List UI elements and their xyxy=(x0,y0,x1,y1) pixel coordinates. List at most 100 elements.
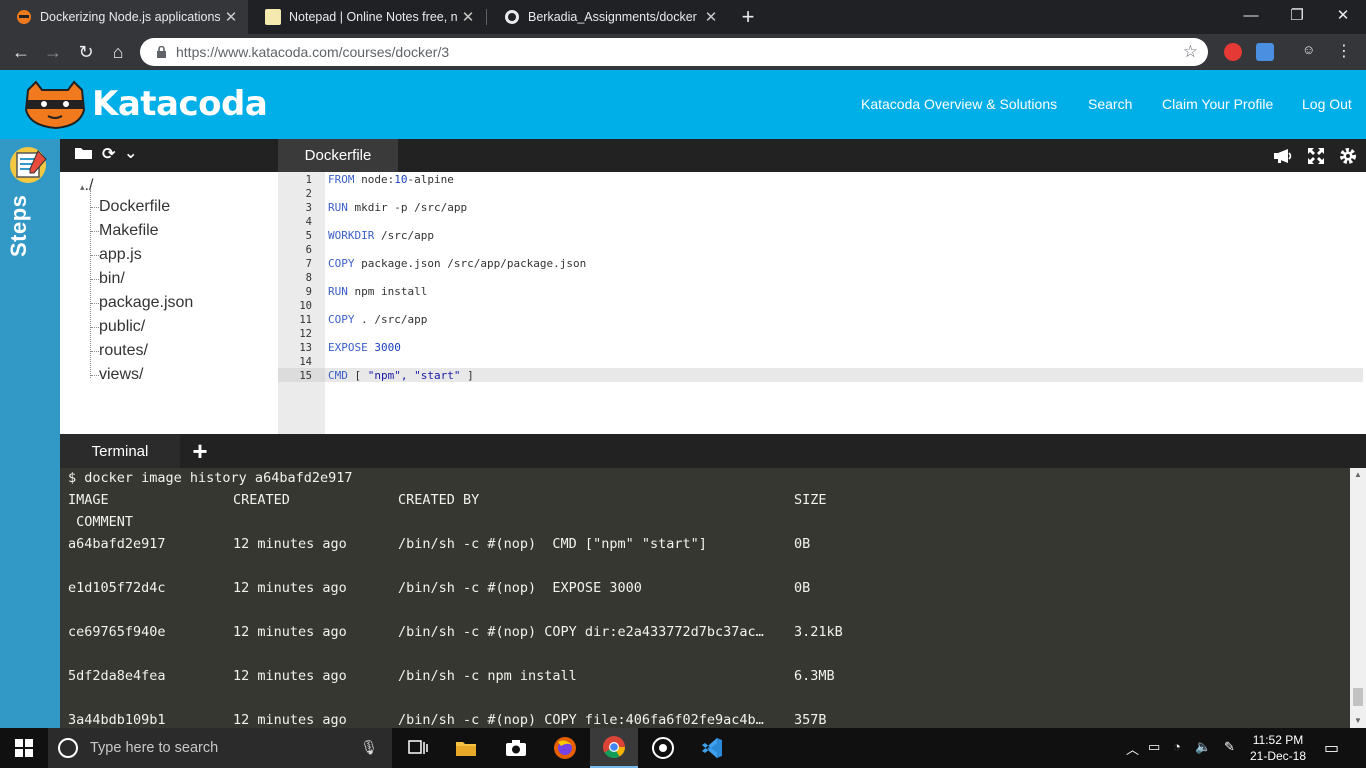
tree-item-package-json[interactable]: package.json xyxy=(99,292,193,314)
clock-date: 21-Dec-18 xyxy=(1249,749,1307,763)
bookmark-star-icon[interactable]: ☆ xyxy=(1183,42,1198,62)
clock-time: 11:52 PM xyxy=(1252,733,1304,747)
lock-icon xyxy=(154,45,168,59)
scrollbar-thumb[interactable] xyxy=(1353,688,1363,706)
taskbar-search-box[interactable]: Type here to search 🎙 xyxy=(48,728,392,768)
code-editor[interactable] xyxy=(325,172,1366,434)
history-cell-created: 12 minutes ago xyxy=(233,712,347,728)
add-terminal-icon[interactable]: + xyxy=(188,436,212,466)
steps-label[interactable]: Steps xyxy=(6,195,32,257)
katacoda-logo-text[interactable]: Katacoda xyxy=(92,84,268,124)
address-bar[interactable]: https://www.katacoda.com/courses/docker/… xyxy=(140,38,1208,66)
browser-tab-strip: Dockerizing Node.js applications ✕ Notep… xyxy=(0,0,1366,34)
fullscreen-icon[interactable] xyxy=(1305,145,1327,167)
open-folder-icon[interactable] xyxy=(74,145,94,166)
history-cell-created-by: /bin/sh -c #(nop) EXPOSE 3000 xyxy=(398,580,642,596)
notifications-icon[interactable]: ▭ xyxy=(1324,738,1339,758)
pen-workspace-icon[interactable]: ✎ xyxy=(1224,739,1235,755)
extension-icon[interactable] xyxy=(1256,43,1274,61)
nav-claim-profile[interactable]: Claim Your Profile xyxy=(1162,96,1273,112)
battery-icon[interactable]: ▭ xyxy=(1148,739,1160,755)
scroll-down-icon[interactable]: ▼ xyxy=(1354,716,1362,725)
scroll-up-icon[interactable]: ▲ xyxy=(1354,470,1362,479)
new-tab-button[interactable]: + xyxy=(736,4,760,30)
browser-tab-notepad[interactable]: Notepad | Online Notes free, no ✕ xyxy=(249,0,485,34)
menu-dots-icon[interactable]: ⋮ xyxy=(1336,41,1354,60)
terminal-scrollbar[interactable]: ▲ ▼ xyxy=(1350,468,1366,728)
code-line: FROM node:10-alpine xyxy=(328,173,454,187)
terminal-tab[interactable]: Terminal xyxy=(60,434,180,468)
code-token-num: 3000 xyxy=(374,341,401,354)
tree-item-public[interactable]: public/ xyxy=(99,316,145,338)
code-token-kw: COPY xyxy=(328,313,355,326)
megaphone-icon[interactable] xyxy=(1272,145,1294,167)
code-line: CMD [ "npm", "start" ] xyxy=(328,369,474,383)
close-window-icon[interactable]: ✕ xyxy=(1320,0,1366,30)
col-header-image: IMAGE xyxy=(68,492,109,508)
taskbar-clock[interactable]: 11:52 PM 21-Dec-18 xyxy=(1248,732,1308,764)
obs-studio-icon[interactable] xyxy=(639,728,687,768)
tree-root[interactable]: ▴./ xyxy=(80,175,93,197)
settings-gear-icon[interactable] xyxy=(1337,145,1359,167)
file-tree-toolbar: ⟳ ⌄ xyxy=(60,139,278,172)
nav-search[interactable]: Search xyxy=(1088,96,1132,112)
wifi-icon[interactable]: ◔ xyxy=(1173,739,1181,754)
reload-icon[interactable]: ↻ xyxy=(73,39,99,65)
camera-app-icon[interactable] xyxy=(492,728,540,768)
history-cell-size: 0B xyxy=(794,580,811,596)
col-header-comment: COMMENT xyxy=(68,514,134,530)
nav-log-out[interactable]: Log Out xyxy=(1302,96,1352,112)
steps-notepad-icon[interactable] xyxy=(8,145,50,183)
tree-item-app-js[interactable]: app.js xyxy=(99,244,142,266)
minimize-icon[interactable]: — xyxy=(1228,0,1274,30)
tree-item-dockerfile[interactable]: Dockerfile xyxy=(99,196,170,218)
windows-taskbar: Type here to search 🎙 ︿ ▭ ◔ 🔈 ✎ 11:52 PM… xyxy=(0,728,1366,768)
file-explorer-icon[interactable] xyxy=(442,728,490,768)
history-cell-image: 3a44bdb109b1 xyxy=(68,712,166,728)
task-view-icon[interactable] xyxy=(394,728,442,768)
vscode-icon[interactable] xyxy=(688,728,736,768)
line-number: 13 xyxy=(299,342,312,354)
browser-tab-dockerizing[interactable]: Dockerizing Node.js applications ✕ xyxy=(0,0,248,34)
chrome-icon[interactable] xyxy=(590,728,638,768)
tree-guide-tick xyxy=(91,327,99,328)
extension-icon[interactable] xyxy=(1224,43,1242,61)
terminal-output[interactable]: $ docker image history a64bafd2e917 IMAG… xyxy=(60,468,1350,728)
account-icon[interactable]: ☺ xyxy=(1302,42,1320,60)
show-hidden-icons-icon[interactable]: ︿ xyxy=(1126,739,1139,758)
close-tab-icon[interactable]: ✕ xyxy=(220,8,242,26)
terminal-command: $ docker image history a64bafd2e917 xyxy=(68,470,353,486)
browser-tab-title: Dockerizing Node.js applications xyxy=(40,10,220,24)
close-tab-icon[interactable]: ✕ xyxy=(700,8,722,26)
nav-overview-solutions[interactable]: Katacoda Overview & Solutions xyxy=(861,96,1057,112)
volume-icon[interactable]: 🔈 xyxy=(1195,739,1211,755)
tree-item-routes[interactable]: routes/ xyxy=(99,340,148,362)
editor-tab-dockerfile[interactable]: Dockerfile xyxy=(278,139,398,172)
steps-sidebar[interactable]: Steps xyxy=(0,139,60,728)
windows-start-icon[interactable] xyxy=(0,728,48,768)
back-icon[interactable]: ← xyxy=(8,39,34,65)
col-header-created-by: CREATED BY xyxy=(398,492,480,508)
collapse-chevrons-icon[interactable]: ⌄ xyxy=(124,143,137,163)
browser-tab-github[interactable]: Berkadia_Assignments/docker ex ✕ xyxy=(488,0,728,34)
taskbar-search-placeholder: Type here to search xyxy=(90,740,219,756)
tree-item-bin[interactable]: bin/ xyxy=(99,268,125,290)
firefox-icon[interactable] xyxy=(541,728,589,768)
katacoda-logo-icon[interactable] xyxy=(20,80,90,130)
restore-icon[interactable]: ❐ xyxy=(1274,0,1320,30)
browser-toolbar: ← → ↻ ⌂ https://www.katacoda.com/courses… xyxy=(0,34,1366,70)
refresh-icon[interactable]: ⟳ xyxy=(102,144,115,164)
tree-guide-tick xyxy=(91,375,99,376)
tree-item-makefile[interactable]: Makefile xyxy=(99,220,159,242)
search-circle-icon xyxy=(58,738,78,758)
history-cell-created: 12 minutes ago xyxy=(233,580,347,596)
col-header-created: CREATED xyxy=(233,492,290,508)
home-icon[interactable]: ⌂ xyxy=(105,39,131,65)
close-tab-icon[interactable]: ✕ xyxy=(457,8,479,26)
forward-icon[interactable]: → xyxy=(40,39,66,65)
line-number: 6 xyxy=(305,244,312,256)
tree-item-views[interactable]: views/ xyxy=(99,364,143,386)
katacoda-favicon-icon xyxy=(16,9,32,25)
microphone-icon[interactable]: 🎙 xyxy=(360,739,378,756)
katacoda-header: Katacoda Katacoda Overview & Solutions S… xyxy=(0,70,1366,139)
